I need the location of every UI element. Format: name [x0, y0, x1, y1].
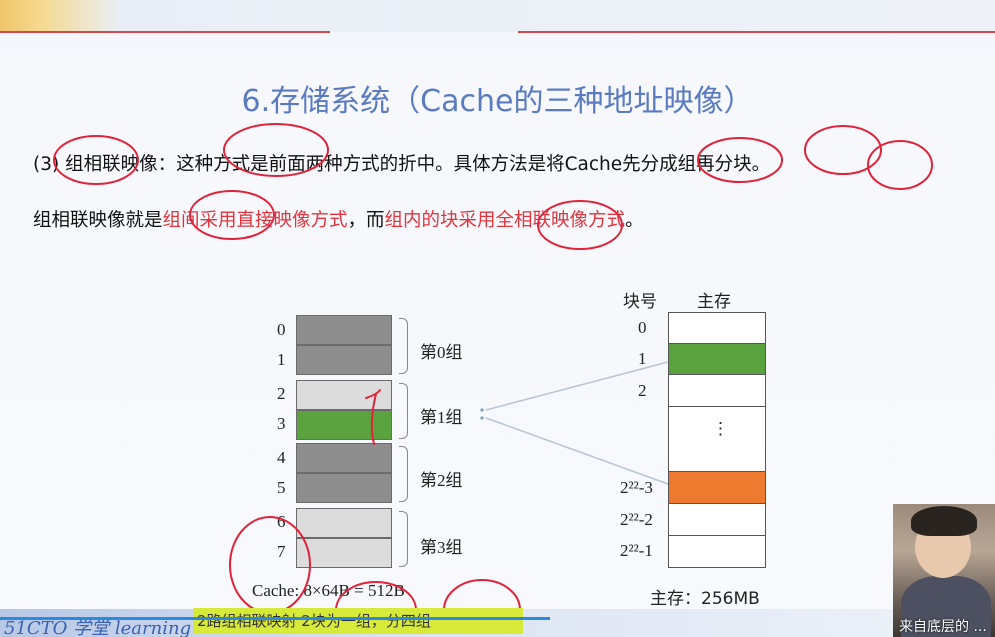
ink-mark — [365, 389, 381, 445]
webcam-hair — [911, 506, 977, 536]
slide: 6.存储系统（Cache的三种地址映像） (3) 组相联映像：这种方式是前面两种… — [0, 0, 995, 637]
ink-circle — [53, 135, 139, 185]
ink-circle — [804, 125, 882, 175]
webcam-overlay: 来自底层的 ... — [893, 504, 995, 637]
webcam-caption: 来自底层的 ... — [899, 619, 987, 635]
ink-circle — [229, 516, 311, 614]
ink-circle — [189, 190, 275, 240]
progress-line — [0, 617, 550, 620]
ink-circle — [223, 123, 329, 177]
ink-circle — [537, 200, 623, 250]
ink-circle — [867, 140, 933, 190]
handwriting-annotations — [53, 123, 933, 637]
subtitle-highlight: 2路组相联映射 2块为一组，分四组 — [193, 608, 523, 634]
ink-circle — [697, 137, 783, 183]
